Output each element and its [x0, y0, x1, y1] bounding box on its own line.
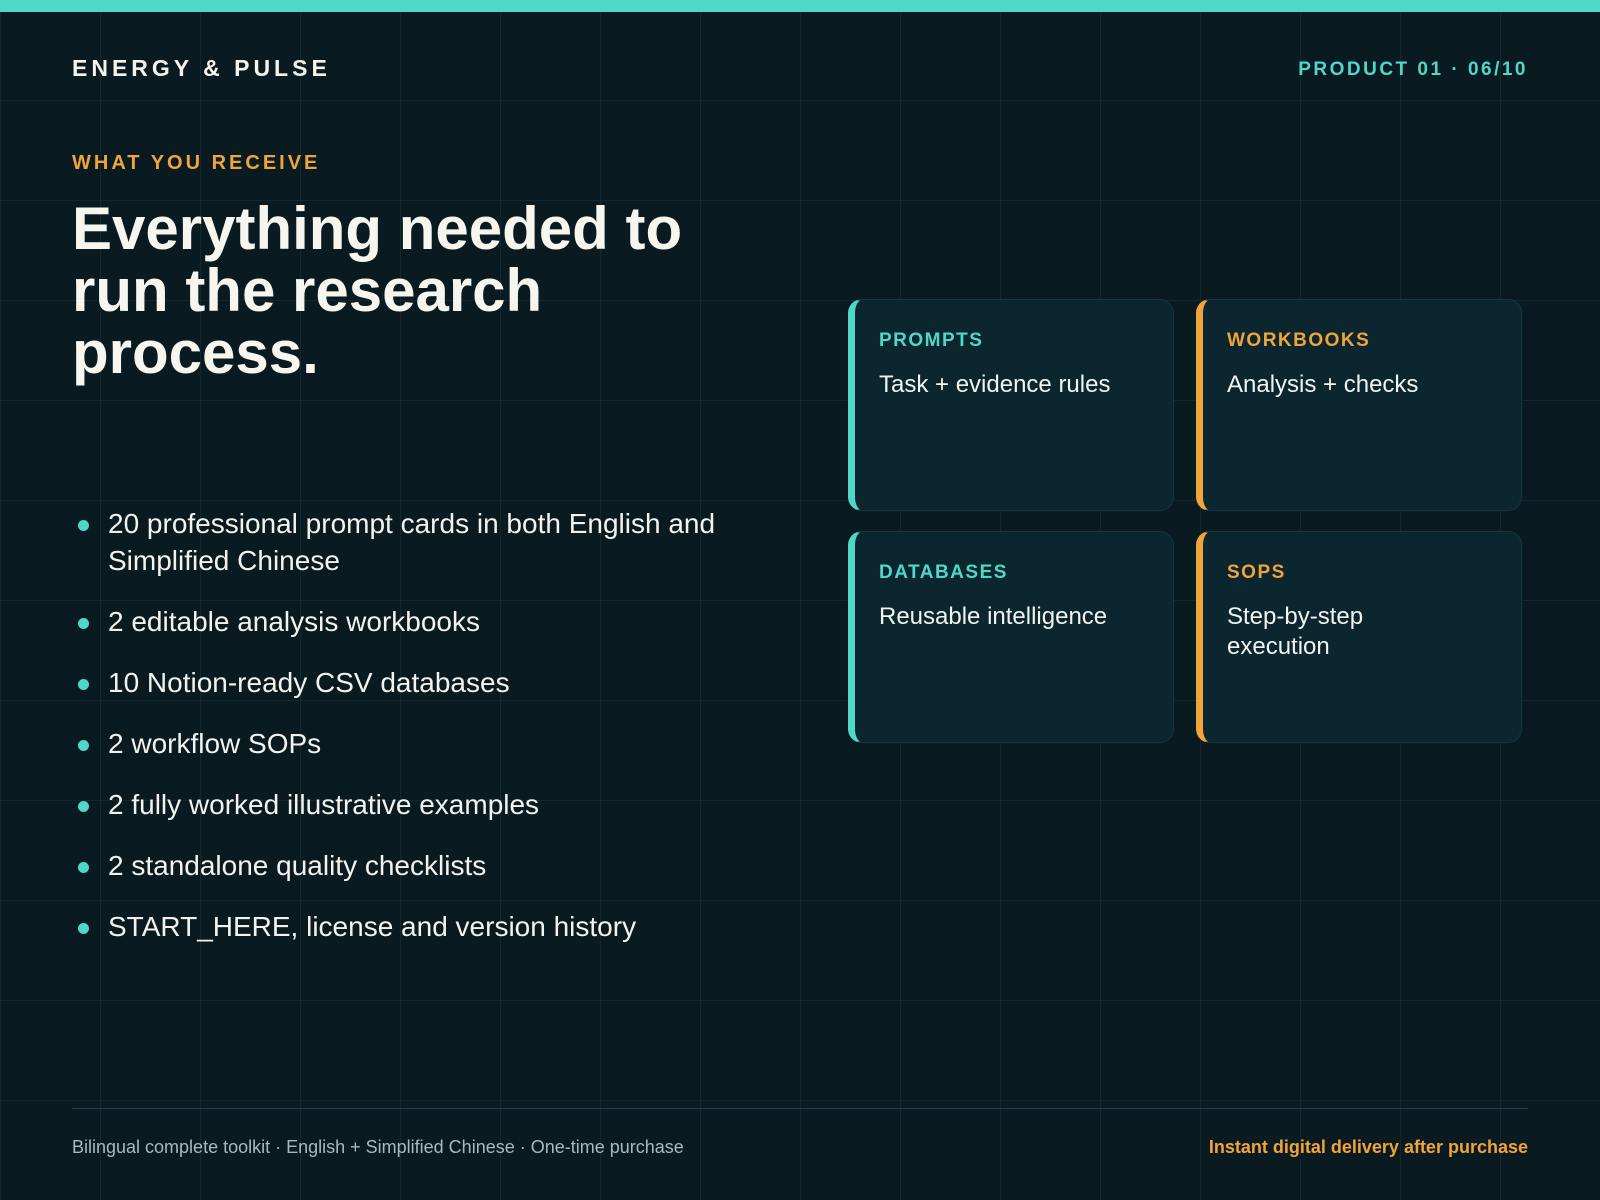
bullet-dot-icon [78, 801, 89, 812]
card-sops: SOPS Step-by-step execution [1196, 531, 1522, 743]
card-description: Task + evidence rules [879, 371, 1111, 398]
card-description: Step-by-step execution [1227, 603, 1364, 660]
benefit-text: 2 fully worked illustrative examples [108, 789, 540, 820]
card-title: WORKBOOKS [1227, 330, 1371, 351]
page-headline: Everything needed to run the research pr… [72, 195, 683, 386]
bullet-dot-icon [78, 862, 89, 873]
footer-delivery-note: Instant digital delivery after purchase [1208, 1137, 1528, 1157]
benefit-item: 2 standalone quality checklists [78, 847, 718, 884]
bullet-dot-icon [78, 923, 89, 934]
benefit-text: START_HERE, license and version history [108, 911, 637, 942]
page-counter: PRODUCT 01 · 06/10 [1298, 59, 1528, 80]
footer-divider [72, 1108, 1528, 1109]
benefits-list: 20 professional prompt cards in both Eng… [78, 505, 718, 969]
benefit-item: 2 editable analysis workbooks [78, 603, 718, 640]
benefit-item: 20 professional prompt cards in both Eng… [78, 505, 718, 579]
footer-tagline: Bilingual complete toolkit · English + S… [72, 1137, 684, 1157]
bullet-dot-icon [78, 618, 89, 629]
benefit-text: 20 professional prompt cards in both Eng… [108, 508, 716, 576]
card-description: Analysis + checks [1227, 371, 1419, 398]
benefit-text: 10 Notion-ready CSV databases [108, 667, 510, 698]
benefit-item: START_HERE, license and version history [78, 908, 718, 945]
card-title: PROMPTS [879, 330, 984, 351]
section-eyebrow: WHAT YOU RECEIVE [72, 152, 321, 174]
bullet-dot-icon [78, 679, 89, 690]
brand-name: ENERGY & PULSE [72, 55, 331, 81]
benefit-text: 2 editable analysis workbooks [108, 606, 480, 637]
card-title: SOPS [1227, 562, 1286, 583]
bullet-dot-icon [78, 740, 89, 751]
benefit-text: 2 workflow SOPs [108, 728, 322, 759]
card-title: DATABASES [879, 562, 1008, 583]
benefit-item: 2 fully worked illustrative examples [78, 786, 718, 823]
benefit-text: 2 standalone quality checklists [108, 850, 487, 881]
card-workbooks: WORKBOOKS Analysis + checks [1196, 299, 1522, 511]
top-accent-bar [0, 0, 1600, 12]
card-databases: DATABASES Reusable intelligence [848, 531, 1174, 743]
card-prompts: PROMPTS Task + evidence rules [848, 299, 1174, 511]
benefit-item: 2 workflow SOPs [78, 725, 718, 762]
bullet-dot-icon [78, 520, 89, 531]
benefit-item: 10 Notion-ready CSV databases [78, 664, 718, 701]
card-description: Reusable intelligence [879, 603, 1108, 630]
